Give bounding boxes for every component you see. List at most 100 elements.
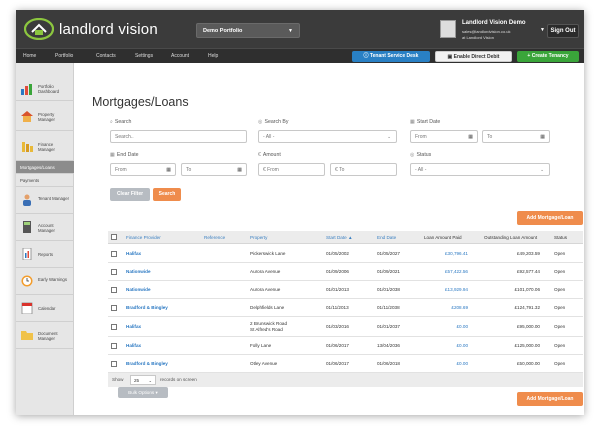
col-loan-amount-paid[interactable]: Loan Amount Paid [424,235,462,240]
search-by-label: ◎ Search By [258,119,289,125]
table-row[interactable]: Halifax Pickerswick Lane 01/05/2002 01/0… [108,245,583,263]
col-property[interactable]: Property [250,235,267,240]
nav-home[interactable]: Home [23,53,36,59]
start-date-cell: 01/01/2013 [326,287,349,292]
col-reference[interactable]: Reference [204,235,225,240]
calendar-icon [21,302,33,314]
add-mortgage-loan-button-bottom[interactable]: Add Mortgage/Loan [517,392,583,406]
property-cell: Delphfields Lane [250,305,285,310]
loan-amount-paid-cell[interactable]: £13,929.94 [424,287,468,293]
row-checkbox[interactable] [111,361,117,367]
end-date-from-input[interactable]: From ▦ [110,163,176,176]
nav-portfolio[interactable]: Portfolio [55,53,73,59]
table-row[interactable]: Bradford & Bingley Otley Avenue 01/06/20… [108,355,583,373]
start-date-cell: 01/06/2017 [326,343,349,348]
col-finance-provider[interactable]: Finance Provider [126,235,161,240]
page-size-select[interactable]: 25 ⌄ [130,375,156,385]
nav-help[interactable]: Help [208,53,218,59]
row-checkbox[interactable] [111,269,117,275]
calendar-icon[interactable]: ▦ [468,134,473,140]
sidebar-item-property-manager[interactable]: Property Manager [16,101,74,131]
end-date-cell: 01/01/2037 [377,324,400,329]
currency-icon: € [263,167,266,173]
clear-filter-button[interactable]: Clear Filter [110,188,150,201]
finance-provider-link[interactable]: Nationwide [126,287,151,293]
search-input[interactable]: Search.. [110,130,247,143]
select-all-checkbox[interactable] [111,234,117,240]
end-date-to-input[interactable]: To ▦ [181,163,247,176]
row-checkbox[interactable] [111,324,117,330]
col-status[interactable]: Status [554,235,567,240]
sidebar-item-payments[interactable]: Payments [16,174,74,187]
create-tenancy-button[interactable]: + Create Tenancy [517,51,579,62]
calendar-icon[interactable]: ▦ [540,134,545,140]
table-header: Finance Provider Reference Property Star… [108,231,583,244]
search-by-select[interactable]: - All - ⌄ [258,130,397,143]
sidebar-item-account-manager[interactable]: Account Manager [16,214,74,241]
finance-provider-link[interactable]: Halifax [126,324,141,330]
finance-provider-link[interactable]: Nationwide [126,269,151,275]
nav-settings[interactable]: Settings [135,53,153,59]
col-start-date[interactable]: Start Date ▲ [326,235,353,240]
sidebar-item-tenant-manager[interactable]: Tenant Manager [16,187,74,214]
sidebar-item-early-warnings[interactable]: Early Warnings [16,268,74,295]
status-cell: Open [554,251,566,256]
sidebar-item-mortgages-loans[interactable]: Mortgages/Loans [16,161,74,174]
row-checkbox[interactable] [111,287,117,293]
house-icon [21,111,33,122]
table-footer: Show 25 ⌄ records on screen [108,373,583,387]
status-select[interactable]: - All - ⌄ [410,163,550,176]
top-bar: landlord vision Demo Portfolio ▼ Landlor… [16,10,584,48]
loan-amount-paid-cell[interactable]: £0.00 [424,343,469,349]
tenant-service-desk-button[interactable]: ⓘ Tenant Service Desk [352,51,430,62]
loan-amount-paid-cell[interactable]: £0.00 [424,361,469,367]
row-checkbox[interactable] [111,251,117,257]
table-row[interactable]: Halifax 2 Brunswick Road St Alfred's Roa… [108,317,583,337]
brand-logo[interactable]: landlord vision [24,17,174,41]
start-date-to-input[interactable]: To ▦ [482,130,550,143]
calendar-icon[interactable]: ▦ [237,167,242,173]
sidebar-item-finance-manager[interactable]: Finance Manager [16,131,74,161]
row-checkbox[interactable] [111,343,117,349]
table-row[interactable]: Halifax Folly Lane 01/06/2017 13/04/2036… [108,337,583,355]
outstanding-amount-cell: £49,203.59 [517,251,540,256]
sidebar: Portfolio Dashboard Property Manager Fin… [16,63,74,415]
loan-amount-paid-cell[interactable]: £30,796.41 [424,251,468,257]
loan-amount-paid-cell[interactable]: £57,422.56 [424,269,468,275]
finance-provider-link[interactable]: Bradford & Bingley [126,361,168,367]
finance-provider-link[interactable]: Bradford & Bingley [126,305,168,311]
table-row[interactable]: Bradford & Bingley Delphfields Lane 01/1… [108,299,583,317]
enable-direct-debit-button[interactable]: ▣ Enable Direct Debit [435,51,512,62]
portfolio-selector[interactable]: Demo Portfolio ▼ [196,23,300,38]
finance-provider-link[interactable]: Halifax [126,343,141,349]
sidebar-item-label: Finance Manager [38,142,55,152]
amount-to-input[interactable]: € To [330,163,397,176]
sidebar-item-document-manager[interactable]: Document Manager [16,322,74,349]
sign-out-button[interactable]: Sign Out [547,24,579,38]
nav-account[interactable]: Account [171,53,189,59]
search-button[interactable]: Search [153,188,181,201]
user-menu[interactable]: Landlord Vision Demo sales@landlordvisio… [440,18,546,42]
chevron-down-icon: ⌄ [540,167,544,172]
nav-contacts[interactable]: Contacts [96,53,116,59]
col-end-date[interactable]: End Date [377,235,396,240]
loan-amount-paid-cell[interactable]: £208.69 [424,305,468,311]
bulk-options-button[interactable]: Bulk Options ▾ [118,387,168,398]
table-row[interactable]: Nationwide Aurora Avenue 01/09/2006 01/0… [108,263,583,281]
loan-amount-paid-cell[interactable]: £0.00 [424,324,469,330]
table-row[interactable]: Nationwide Aurora Avenue 01/01/2013 01/0… [108,281,583,299]
sidebar-item-portfolio-dashboard[interactable]: Portfolio Dashboard [16,77,74,101]
add-mortgage-loan-button-top[interactable]: Add Mortgage/Loan [517,211,583,225]
row-checkbox[interactable] [111,305,117,311]
calendar-icon: ▦ [410,119,415,125]
property-cell: Folly Lane [250,343,272,348]
sidebar-item-calendar[interactable]: Calendar [16,295,74,322]
report-icon [22,248,32,260]
status-cell: Open [554,269,566,274]
col-outstanding-loan-amount[interactable]: Outstanding Loan Amount [484,235,537,240]
start-date-from-input[interactable]: From ▦ [410,130,478,143]
calendar-icon[interactable]: ▦ [166,167,171,173]
finance-provider-link[interactable]: Halifax [126,251,141,257]
sidebar-item-reports[interactable]: Reports [16,241,74,268]
amount-from-input[interactable]: € From [258,163,325,176]
